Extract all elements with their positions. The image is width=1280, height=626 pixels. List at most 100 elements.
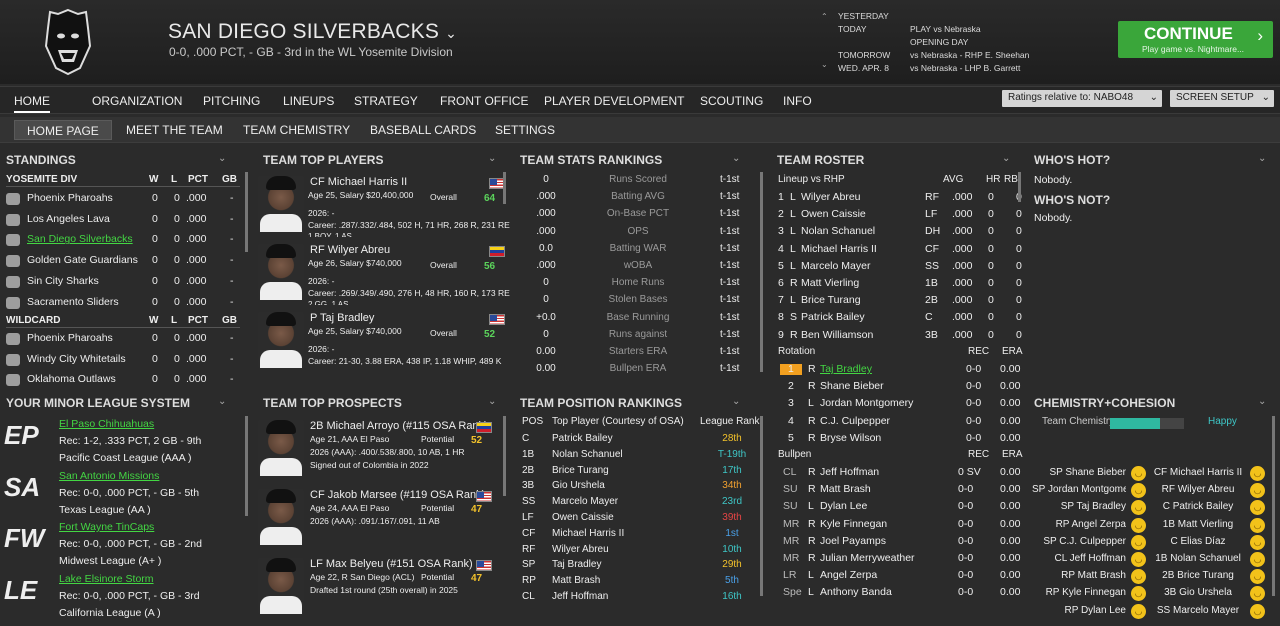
scrollbar[interactable] xyxy=(503,172,506,204)
bullpen-player[interactable]: Julian Merryweather xyxy=(820,552,915,564)
nav-scouting[interactable]: SCOUTING xyxy=(700,94,763,108)
chevron-down-icon[interactable]: ⌄ xyxy=(1258,396,1266,407)
nav-player-development[interactable]: PLAYER DEVELOPMENT xyxy=(544,94,684,108)
standings-l: 0 xyxy=(174,332,180,344)
bullpen-player[interactable]: Anthony Banda xyxy=(820,586,892,598)
standings-team-name[interactable]: Los Angeles Lava xyxy=(27,213,110,225)
lineup-player[interactable]: Brice Turang xyxy=(801,294,861,306)
lineup-player[interactable]: Matt Vierling xyxy=(801,277,859,289)
chevron-down-icon[interactable]: ⌄ xyxy=(488,153,496,164)
standings-title: STANDINGS xyxy=(6,153,76,167)
pos-player[interactable]: Taj Bradley xyxy=(552,559,601,570)
rotation-player[interactable]: C.J. Culpepper xyxy=(820,415,890,427)
nav-home[interactable]: HOME xyxy=(14,94,50,113)
standings-team-name[interactable]: Phoenix Pharoahs xyxy=(27,192,113,204)
scrollbar[interactable] xyxy=(245,416,248,516)
rotation-player[interactable]: Jordan Montgomery xyxy=(820,397,913,409)
chevron-down-icon[interactable]: ⌄ xyxy=(218,153,226,164)
pos-player[interactable]: Patrick Bailey xyxy=(552,433,613,444)
scrollbar[interactable] xyxy=(760,416,763,596)
pos-player[interactable]: Owen Caissie xyxy=(552,512,614,523)
chevron-down-icon[interactable]: ⌄ xyxy=(218,396,226,407)
minor-team-name[interactable]: Fort Wayne TinCaps xyxy=(59,521,154,533)
nav-lineups[interactable]: LINEUPS xyxy=(283,94,334,108)
lineup-player[interactable]: Wilyer Abreu xyxy=(801,191,861,203)
schedule-up-chevron[interactable]: ⌃ xyxy=(821,12,828,21)
screen-setup-dropdown[interactable]: SCREEN SETUP ⌄ xyxy=(1170,90,1274,107)
team-name[interactable]: SAN DIEGO SILVERBACKS ⌄ xyxy=(168,20,457,44)
bullpen-player[interactable]: Jeff Hoffman xyxy=(820,466,879,478)
chevron-down-icon[interactable]: ⌄ xyxy=(732,396,740,407)
minor-team-name[interactable]: San Antonio Missions xyxy=(59,470,159,482)
scrollbar[interactable] xyxy=(1272,416,1275,596)
standings-w: 0 xyxy=(152,192,158,204)
bullpen-role: SU xyxy=(783,483,798,496)
standings-team-name[interactable]: Phoenix Pharoahs xyxy=(27,332,113,344)
rotation-player[interactable]: Shane Bieber xyxy=(820,380,884,392)
pos-player[interactable]: Matt Brash xyxy=(552,575,600,586)
pos-player[interactable]: Marcelo Mayer xyxy=(552,496,618,507)
standings-team-name[interactable]: Sin City Sharks xyxy=(27,275,99,287)
lineup-player[interactable]: Patrick Bailey xyxy=(801,311,865,323)
pos-player[interactable]: Brice Turang xyxy=(552,465,609,476)
player-name[interactable]: RF Wilyer Abreu xyxy=(310,244,390,256)
pos-player[interactable]: Gio Urshela xyxy=(552,480,605,491)
prospect-name[interactable]: 2B Michael Arroyo (#115 OSA Rank) xyxy=(310,420,488,432)
nav-organization[interactable]: ORGANIZATION xyxy=(92,94,182,108)
rotation-era: 0.00 xyxy=(1000,363,1021,375)
prospects-title: TEAM TOP PROSPECTS xyxy=(263,396,402,410)
lineup-avg: .000 xyxy=(952,311,973,324)
lineup-player[interactable]: Michael Harris II xyxy=(801,243,877,255)
bullpen-player[interactable]: Dylan Lee xyxy=(820,500,867,512)
lineup-player[interactable]: Ben Williamson xyxy=(801,329,873,341)
schedule-down-chevron[interactable]: ⌄ xyxy=(821,60,828,69)
scrollbar[interactable] xyxy=(503,416,506,496)
prospect-name[interactable]: LF Max Belyeu (#151 OSA Rank) xyxy=(310,558,473,570)
scrollbar[interactable] xyxy=(1018,172,1021,202)
standings-team-name[interactable]: San Diego Silverbacks xyxy=(27,233,133,245)
chevron-down-icon[interactable]: ⌄ xyxy=(488,396,496,407)
player-name[interactable]: CF Michael Harris II xyxy=(310,176,407,188)
player-name[interactable]: P Taj Bradley xyxy=(310,312,374,324)
nav-strategy[interactable]: STRATEGY xyxy=(354,94,418,108)
roster-title: TEAM ROSTER xyxy=(777,153,865,167)
lineup-hand: R xyxy=(790,328,798,341)
chevron-down-icon[interactable]: ⌄ xyxy=(732,153,740,164)
standings-team-name[interactable]: Golden Gate Guardians xyxy=(27,254,138,266)
continue-button[interactable]: CONTINUE Play game vs. Nightmare... › xyxy=(1118,21,1273,58)
standings-team-name[interactable]: Windy City Whitetails xyxy=(27,353,126,365)
chevron-down-icon[interactable]: ⌄ xyxy=(1258,153,1266,164)
subnav-settings[interactable]: SETTINGS xyxy=(495,123,555,137)
scrollbar[interactable] xyxy=(245,172,248,252)
pos-player[interactable]: Jeff Hoffman xyxy=(552,591,608,602)
lineup-player[interactable]: Nolan Schanuel xyxy=(801,225,875,237)
nav-pitching[interactable]: PITCHING xyxy=(203,94,260,108)
subnav-meet-the-team[interactable]: MEET THE TEAM xyxy=(126,123,223,137)
subnav-home-page[interactable]: HOME PAGE xyxy=(14,120,112,140)
nav-info[interactable]: INFO xyxy=(783,94,812,108)
pos-player[interactable]: Wilyer Abreu xyxy=(552,544,609,555)
rotation-player[interactable]: Taj Bradley xyxy=(820,363,872,375)
chevron-down-icon[interactable]: ⌄ xyxy=(1002,153,1010,164)
flag-icon xyxy=(489,314,505,325)
lineup-player[interactable]: Marcelo Mayer xyxy=(801,260,870,272)
minor-team-name[interactable]: Lake Elsinore Storm xyxy=(59,573,154,585)
pos-player[interactable]: Michael Harris II xyxy=(552,528,624,539)
prospect-name[interactable]: CF Jakob Marsee (#119 OSA Rank) xyxy=(310,489,485,501)
nav-front-office[interactable]: FRONT OFFICE xyxy=(440,94,528,108)
subnav-baseball-cards[interactable]: BASEBALL CARDS xyxy=(370,123,476,137)
pos-player[interactable]: Nolan Schanuel xyxy=(552,449,623,460)
bullpen-player[interactable]: Angel Zerpa xyxy=(820,569,877,581)
lineup-player[interactable]: Owen Caissie xyxy=(801,208,866,220)
ratings-dropdown[interactable]: Ratings relative to: NABO48 ⌄ xyxy=(1002,90,1162,107)
minor-team-name[interactable]: El Paso Chihuahuas xyxy=(59,418,154,430)
standings-team-name[interactable]: Sacramento Sliders xyxy=(27,296,119,308)
subnav-team-chemistry[interactable]: TEAM CHEMISTRY xyxy=(243,123,350,137)
bullpen-player[interactable]: Matt Brash xyxy=(820,483,871,495)
standings-team-name[interactable]: Oklahoma Outlaws xyxy=(27,373,116,385)
bullpen-player[interactable]: Kyle Finnegan xyxy=(820,518,887,530)
scrollbar[interactable] xyxy=(760,172,763,372)
rotation-player[interactable]: Bryse Wilson xyxy=(820,432,881,444)
bullpen-player[interactable]: Joel Payamps xyxy=(820,535,886,547)
minor-team-logo: FW xyxy=(4,523,48,563)
